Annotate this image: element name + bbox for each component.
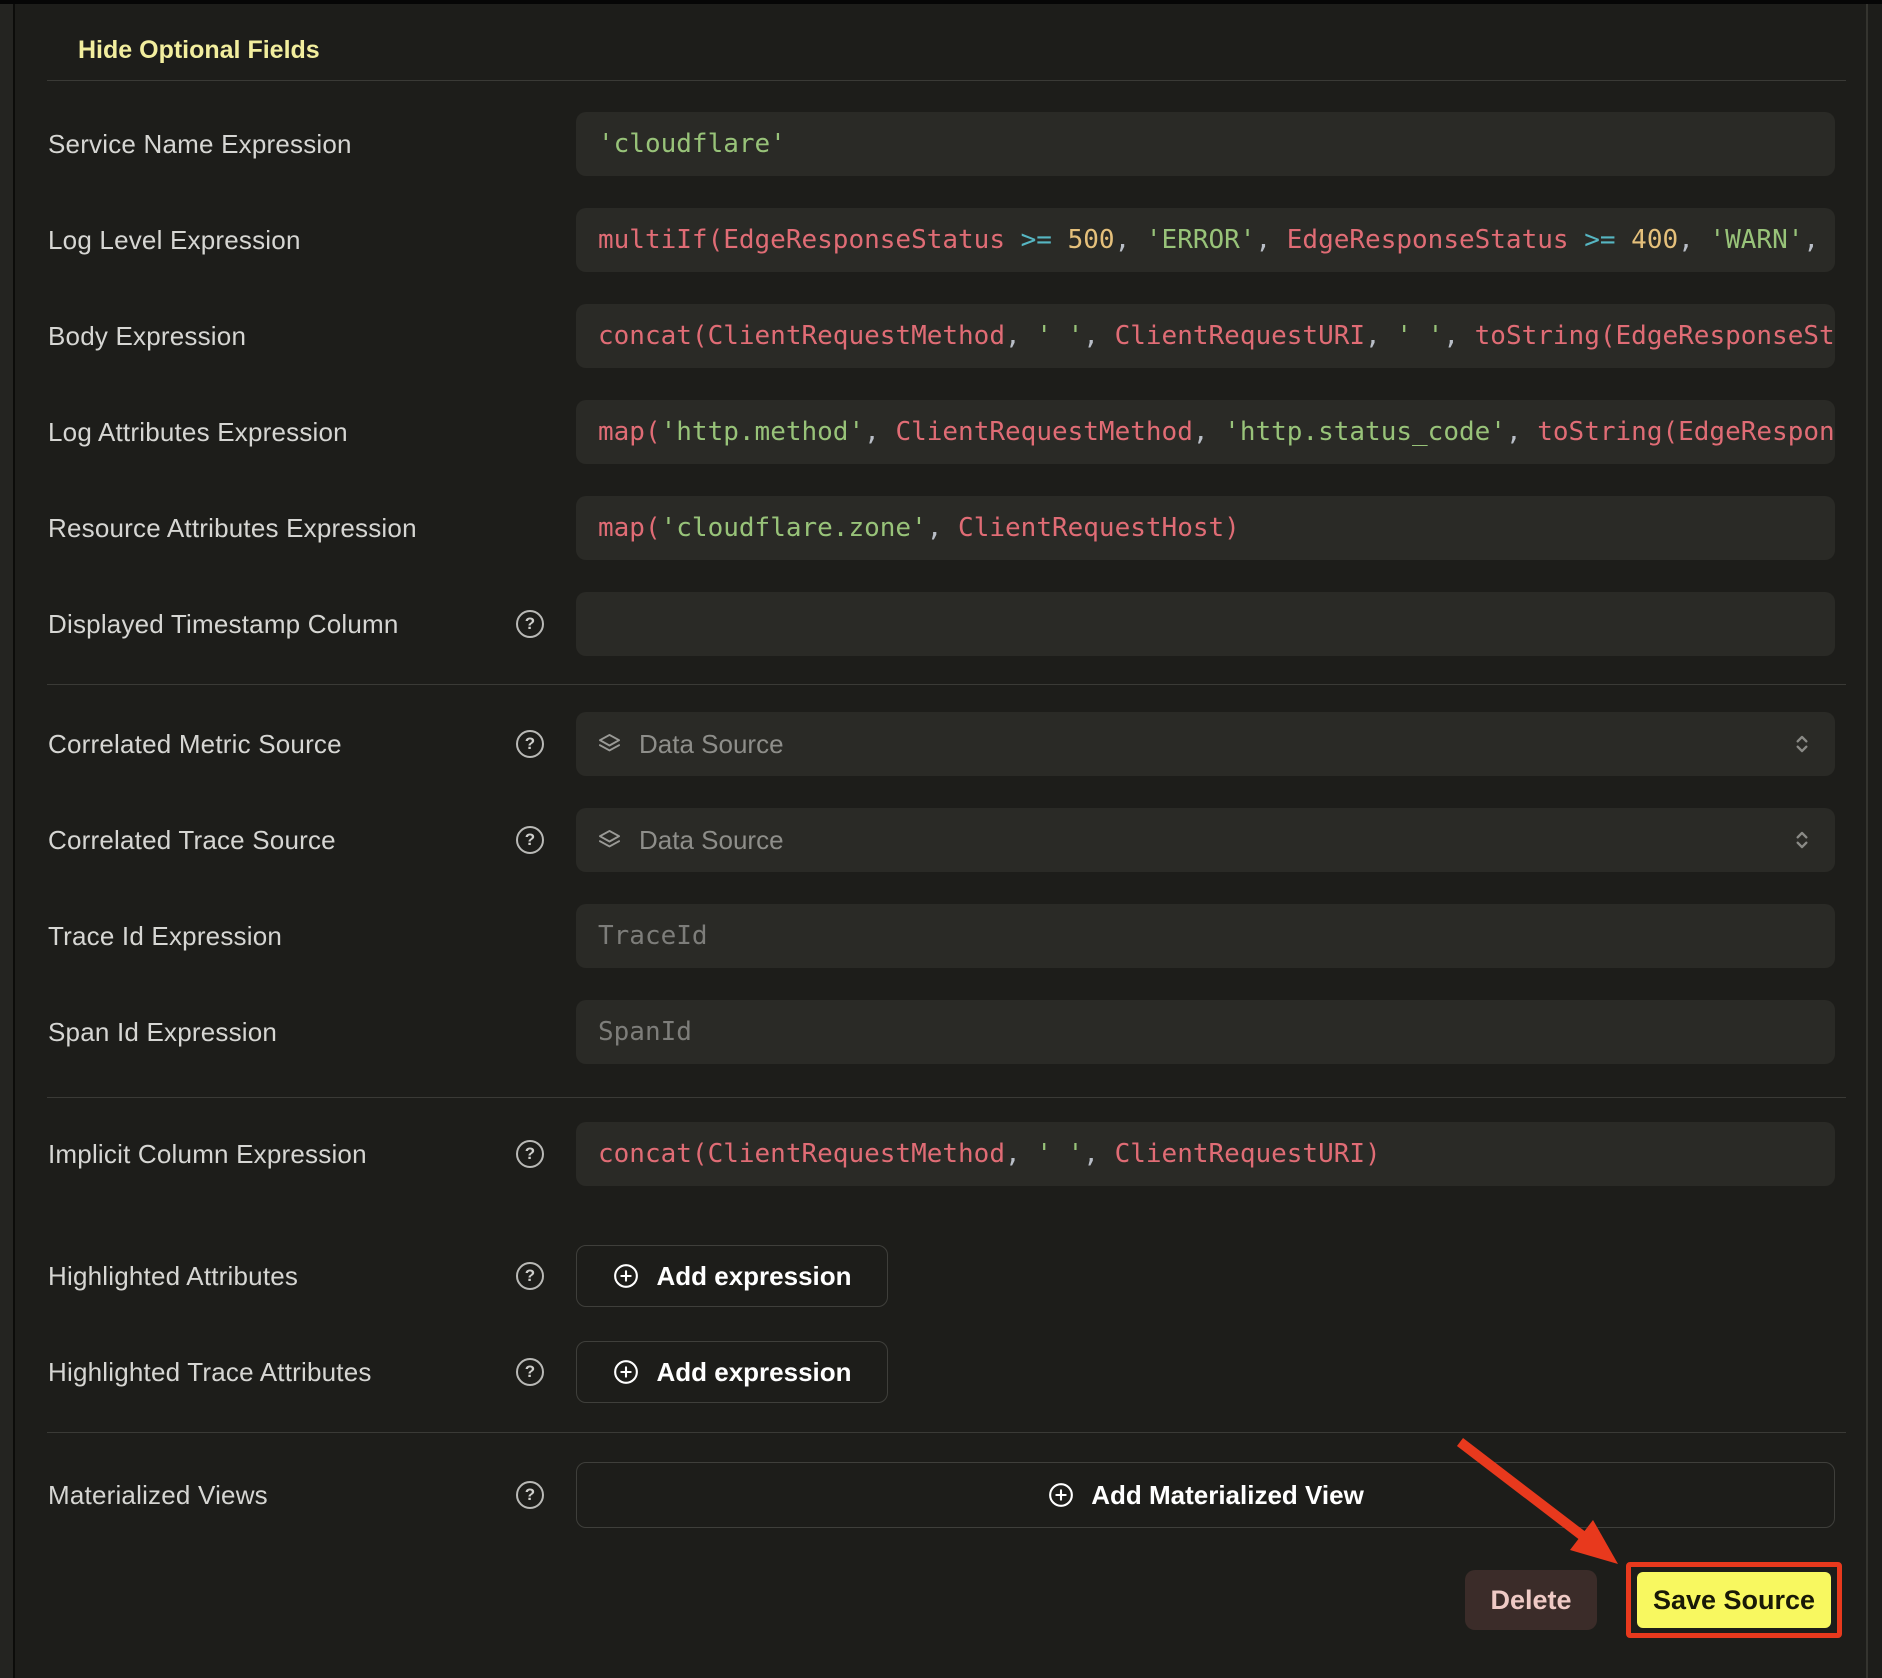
row-highlighted-attributes: Highlighted Attributes ? Add expression — [48, 1245, 1835, 1307]
delete-button[interactable]: Delete — [1465, 1570, 1597, 1630]
button-label: Add Materialized View — [1091, 1480, 1364, 1511]
layers-icon — [596, 731, 623, 758]
help-icon[interactable]: ? — [516, 1140, 544, 1168]
field-label: Correlated Trace Source — [48, 808, 336, 872]
help-icon[interactable]: ? — [516, 730, 544, 758]
add-expression-button[interactable]: Add expression — [576, 1245, 888, 1307]
field-label: Span Id Expression — [48, 1000, 277, 1064]
help-icon[interactable]: ? — [516, 1358, 544, 1386]
left-page-margin — [0, 4, 13, 1678]
correlated-trace-source-select[interactable]: Data Source — [576, 808, 1835, 872]
chevron-up-down-icon — [1789, 827, 1815, 853]
select-placeholder: Data Source — [639, 825, 1789, 856]
help-icon[interactable]: ? — [516, 610, 544, 638]
log-level-expression-input[interactable]: multiIf(EdgeResponseStatus >= 500, 'ERRO… — [576, 208, 1835, 272]
field-label: Displayed Timestamp Column — [48, 592, 399, 656]
field-label: Correlated Metric Source — [48, 712, 342, 776]
help-icon[interactable]: ? — [516, 826, 544, 854]
question-mark-glyph: ? — [525, 1144, 535, 1164]
correlated-metric-source-select[interactable]: Data Source — [576, 712, 1835, 776]
question-mark-glyph: ? — [525, 1266, 535, 1286]
implicit-column-expression-input[interactable]: concat(ClientRequestMethod, ' ', ClientR… — [576, 1122, 1835, 1186]
help-icon[interactable]: ? — [516, 1262, 544, 1290]
row-service-name-expression: Service Name Expression 'cloudflare' — [48, 112, 1835, 176]
field-label: Service Name Expression — [48, 112, 352, 176]
row-span-id-expression: Span Id Expression — [48, 1000, 1835, 1064]
source-settings-form: Hide Optional Fields Service Name Expres… — [0, 0, 1882, 1678]
row-correlated-trace-source: Correlated Trace Source ? Data Source — [48, 808, 1835, 872]
top-window-edge — [0, 0, 1882, 4]
field-label: Materialized Views — [48, 1462, 268, 1528]
section-divider — [47, 1432, 1846, 1433]
trace-id-expression-input[interactable] — [576, 904, 1835, 968]
displayed-timestamp-column-input[interactable] — [576, 592, 1835, 656]
field-label: Body Expression — [48, 304, 246, 368]
button-label: Add expression — [656, 1357, 851, 1388]
field-label: Resource Attributes Expression — [48, 496, 417, 560]
resource-attributes-expression-input[interactable]: map('cloudflare.zone', ClientRequestHost… — [576, 496, 1835, 560]
chevron-up-down-icon — [1789, 731, 1815, 757]
row-trace-id-expression: Trace Id Expression — [48, 904, 1835, 968]
row-correlated-metric-source: Correlated Metric Source ? Data Source — [48, 712, 1835, 776]
plus-circle-icon — [612, 1358, 640, 1386]
section-divider — [47, 80, 1846, 81]
question-mark-glyph: ? — [525, 1362, 535, 1382]
add-materialized-view-button[interactable]: Add Materialized View — [576, 1462, 1835, 1528]
service-name-expression-input[interactable]: 'cloudflare' — [576, 112, 1835, 176]
plus-circle-icon — [612, 1262, 640, 1290]
field-label: Highlighted Trace Attributes — [48, 1341, 372, 1403]
row-body-expression: Body Expression concat(ClientRequestMeth… — [48, 304, 1835, 368]
section-divider — [47, 684, 1846, 685]
field-label: Log Attributes Expression — [48, 400, 348, 464]
row-highlighted-trace-attributes: Highlighted Trace Attributes ? Add expre… — [48, 1341, 1835, 1403]
field-label: Trace Id Expression — [48, 904, 282, 968]
card-right-border — [1866, 4, 1868, 1678]
add-expression-button[interactable]: Add expression — [576, 1341, 888, 1403]
row-log-level-expression: Log Level Expression multiIf(EdgeRespons… — [48, 208, 1835, 272]
row-resource-attributes-expression: Resource Attributes Expression map('clou… — [48, 496, 1835, 560]
section-divider — [47, 1097, 1846, 1098]
field-label: Log Level Expression — [48, 208, 301, 272]
question-mark-glyph: ? — [525, 1485, 535, 1505]
layers-icon — [596, 827, 623, 854]
save-source-highlight-box: Save Source — [1626, 1562, 1842, 1638]
body-expression-input[interactable]: concat(ClientRequestMethod, ' ', ClientR… — [576, 304, 1835, 368]
row-implicit-column-expression: Implicit Column Expression ? concat(Clie… — [48, 1122, 1835, 1186]
help-icon[interactable]: ? — [516, 1481, 544, 1509]
span-id-expression-input[interactable] — [576, 1000, 1835, 1064]
card-left-border — [13, 4, 15, 1678]
row-displayed-timestamp-column: Displayed Timestamp Column ? — [48, 592, 1835, 656]
log-attributes-expression-input[interactable]: map('http.method', ClientRequestMethod, … — [576, 400, 1835, 464]
field-label: Highlighted Attributes — [48, 1245, 298, 1307]
row-materialized-views: Materialized Views ? Add Materialized Vi… — [48, 1462, 1835, 1528]
question-mark-glyph: ? — [525, 614, 535, 634]
hide-optional-fields-link[interactable]: Hide Optional Fields — [78, 36, 320, 65]
question-mark-glyph: ? — [525, 830, 535, 850]
button-label: Add expression — [656, 1261, 851, 1292]
select-placeholder: Data Source — [639, 729, 1789, 760]
save-source-button[interactable]: Save Source — [1637, 1572, 1831, 1628]
field-label: Implicit Column Expression — [48, 1122, 367, 1186]
question-mark-glyph: ? — [525, 734, 535, 754]
plus-circle-icon — [1047, 1481, 1075, 1509]
row-log-attributes-expression: Log Attributes Expression map('http.meth… — [48, 400, 1835, 464]
